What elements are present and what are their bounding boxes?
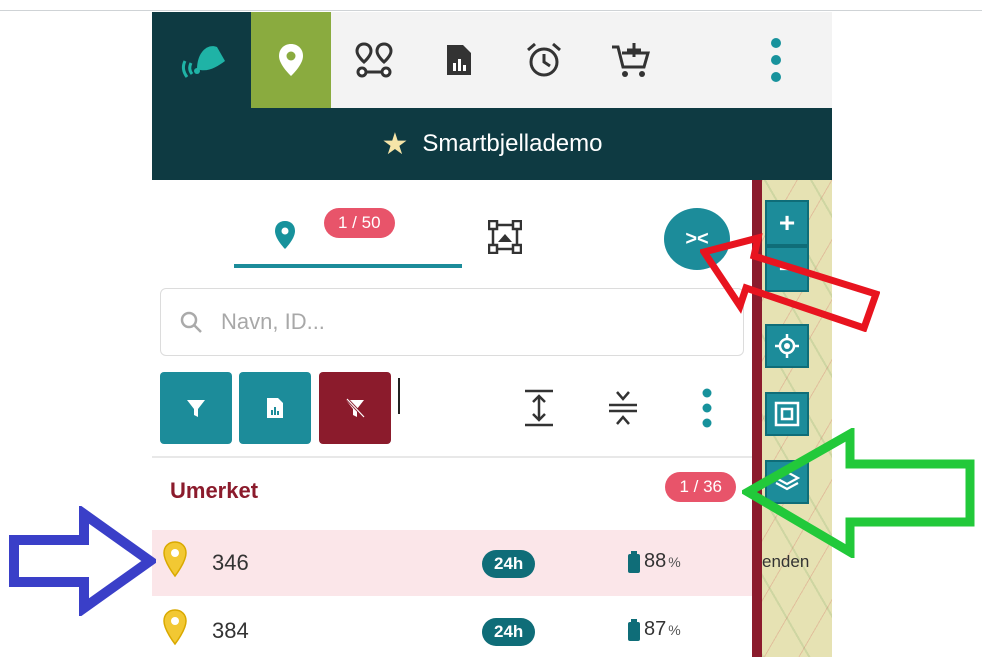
location-count-badge: 1 / 50 — [324, 208, 395, 238]
panel-tabs: 1 / 50 >< — [152, 180, 752, 270]
item-name: 346 — [212, 550, 249, 575]
group-count-badge: 1 / 36 — [665, 472, 736, 502]
title-bar: ★ Smartbjellademo — [152, 108, 832, 180]
tab-locations[interactable]: 1 / 50 — [234, 202, 462, 268]
route-icon — [355, 42, 393, 78]
list-item[interactable]: 384 24h 87% — [152, 598, 752, 657]
yellow-pin-icon — [163, 609, 187, 646]
tab-alarms[interactable] — [502, 12, 587, 108]
red-arrow-annotation — [700, 233, 880, 332]
battery-value: 87 — [644, 618, 667, 640]
page-title: Smartbjellademo — [422, 130, 603, 157]
side-panel: 1 / 50 >< Navn, ID... Umerket 1 / 36 346… — [152, 180, 752, 657]
more-vert-icon — [770, 38, 781, 82]
collapse-all-button[interactable] — [603, 380, 643, 436]
search-input[interactable] — [219, 308, 703, 336]
battery-value: 88 — [644, 550, 667, 572]
list-item[interactable]: 346 24h 88% — [152, 530, 752, 596]
window-top-border — [0, 10, 982, 11]
app-panel: ★ Smartbjellademo 1 / 50 >< Navn, ID... … — [152, 12, 832, 657]
star-icon: ★ — [381, 127, 409, 161]
battery-unit: % — [668, 621, 681, 638]
clear-filter-button[interactable] — [319, 372, 391, 444]
fit-bounds-icon — [774, 401, 800, 427]
group-title: Umerket — [170, 478, 259, 503]
text-cursor — [398, 378, 400, 414]
interval-badge: 24h — [482, 618, 536, 646]
report-button[interactable] — [239, 372, 311, 444]
alarm-icon — [527, 42, 562, 77]
filter-off-icon — [345, 397, 366, 419]
logo-button[interactable] — [152, 12, 251, 108]
cart-add-icon — [611, 43, 650, 77]
battery-icon — [628, 550, 640, 573]
search-icon — [180, 311, 202, 333]
collapse-vertical-icon — [609, 391, 637, 425]
green-arrow-annotation — [742, 428, 975, 558]
tab-map[interactable] — [250, 12, 332, 108]
battery-status: 88% — [628, 550, 681, 573]
location-pin-icon — [275, 221, 295, 249]
yellow-pin-icon — [163, 541, 187, 578]
tab-routes[interactable] — [331, 12, 416, 108]
more-vert-icon — [702, 388, 712, 428]
tab-areas[interactable] — [487, 219, 528, 260]
battery-icon — [628, 618, 640, 641]
top-toolbar — [152, 12, 832, 108]
divider — [152, 456, 752, 458]
tab-reports[interactable] — [417, 12, 502, 108]
item-name: 384 — [212, 618, 249, 643]
expand-vertical-icon — [525, 389, 553, 427]
battery-unit: % — [668, 553, 681, 570]
area-select-icon — [487, 219, 523, 255]
crosshair-icon — [775, 334, 799, 358]
list-menu-button[interactable] — [687, 380, 727, 436]
report-icon — [447, 45, 472, 75]
search-field[interactable] — [160, 288, 744, 356]
report-icon — [267, 398, 283, 418]
group-header[interactable]: Umerket 1 / 36 — [152, 472, 752, 516]
filter-icon — [187, 400, 205, 417]
map-pin-icon — [279, 44, 304, 76]
battery-status: 87% — [628, 618, 681, 641]
bell-logo-icon — [182, 46, 226, 78]
menu-button[interactable] — [672, 12, 832, 108]
filter-button[interactable] — [160, 372, 232, 444]
expand-all-button[interactable] — [519, 380, 559, 436]
blue-arrow-annotation — [9, 506, 156, 616]
interval-badge: 24h — [482, 550, 536, 578]
tab-shop[interactable] — [587, 12, 672, 108]
